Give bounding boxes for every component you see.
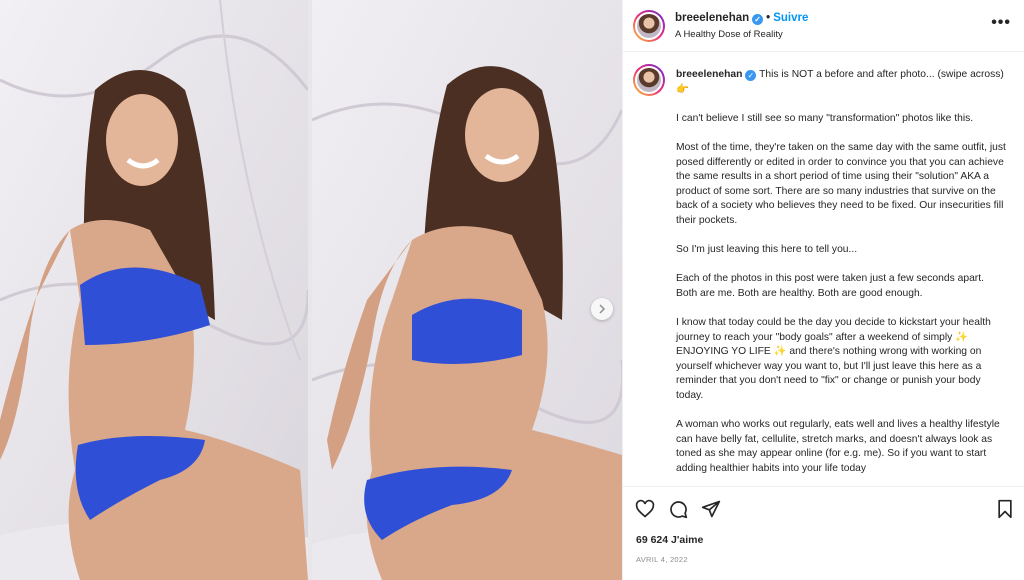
likes-count[interactable]: 69 624 J'aime: [636, 534, 703, 546]
post-media[interactable]: [0, 0, 622, 580]
bookmark-icon[interactable]: [996, 499, 1014, 524]
carousel-next-button[interactable]: [591, 298, 613, 320]
caption-paragraph: I know that today could be the day you d…: [676, 317, 991, 402]
action-bar: 69 624 J'aime AVRIL 4, 2022: [623, 486, 1024, 580]
more-options-icon[interactable]: •••: [991, 14, 1011, 32]
comment-icon[interactable]: [668, 499, 688, 524]
caption-paragraph: Most of the time, they're taken on the s…: [676, 141, 1006, 226]
caption-avatar[interactable]: [633, 64, 665, 96]
photo-posed: [0, 0, 308, 580]
caption-paragraph: A woman who works out regularly, eats we…: [676, 419, 1000, 475]
verified-badge-icon: ✓: [745, 70, 757, 81]
chevron-right-icon: [599, 304, 606, 314]
caption-intro: breeelenehan ✓ This is NOT a before and a…: [676, 68, 1006, 97]
post-date: AVRIL 4, 2022: [636, 555, 688, 564]
header-user-line: breeelenehan ✓ • Suivre: [675, 12, 808, 25]
post-header: breeelenehan ✓ • Suivre A Healthy Dose of R…: [623, 0, 1024, 52]
avatar[interactable]: [633, 10, 665, 42]
separator-dot: •: [766, 12, 771, 24]
caption-text: breeelenehan ✓ This is NOT a before and a…: [676, 68, 1006, 484]
caption-paragraph: Each of the photos in this post were tak…: [676, 273, 984, 299]
username-link[interactable]: breeelenehan: [675, 12, 749, 24]
post-panel: breeelenehan ✓ • Suivre A Healthy Dose of R…: [622, 0, 1024, 580]
follow-button[interactable]: Suivre: [773, 12, 808, 24]
paper-plane-icon[interactable]: [701, 499, 721, 524]
profile-subtitle: A Healthy Dose of Reality: [675, 29, 783, 40]
verified-badge-icon: ✓: [752, 14, 764, 25]
photo-relaxed: [312, 0, 622, 580]
caption-paragraph: So I'm just leaving this here to tell yo…: [676, 244, 858, 256]
heart-icon[interactable]: [635, 499, 655, 524]
caption-paragraph: I can't believe I still see so many "tra…: [676, 112, 974, 124]
caption-area[interactable]: breeelenehan ✓ This is NOT a before and a…: [623, 52, 1024, 484]
caption-username-link[interactable]: breeelenehan: [676, 69, 742, 80]
